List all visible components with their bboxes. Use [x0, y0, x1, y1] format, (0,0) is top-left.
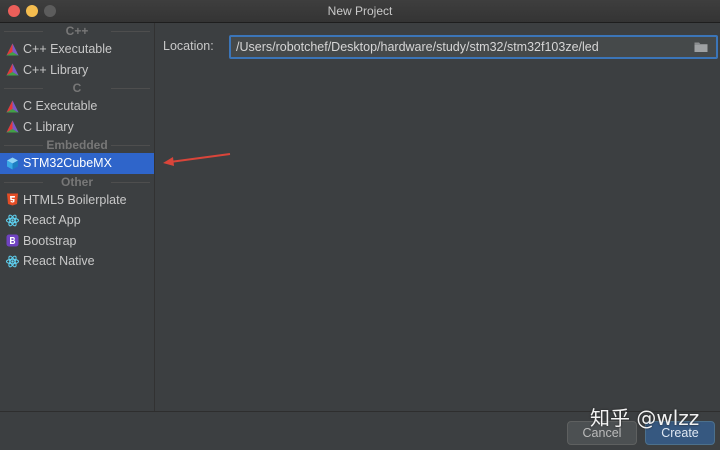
sidebar-item-bootstrap[interactable]: Bootstrap: [0, 231, 154, 252]
new-project-window: New Project C++ C++ Executable C++ Libra…: [0, 0, 720, 450]
sidebar-item-label: React App: [23, 213, 81, 227]
cmake-triangle-icon: [6, 120, 19, 133]
group-header-cpp: C++: [0, 23, 154, 39]
sidebar-item-label: C++ Executable: [23, 42, 112, 56]
annotation-arrow: [163, 153, 231, 166]
project-type-list: C++ C++ Executable C++ Library C C Execu…: [0, 23, 155, 412]
bootstrap-icon: [6, 234, 19, 247]
sidebar-item-label: STM32CubeMX: [23, 156, 112, 170]
location-label: Location:: [163, 39, 214, 53]
sidebar-item-label: React Native: [23, 254, 95, 268]
sidebar-item-stm32cubemx[interactable]: STM32CubeMX: [0, 153, 154, 174]
sidebar-item-label: C++ Library: [23, 62, 89, 77]
cmake-triangle-icon: [6, 63, 19, 76]
cube-icon: [6, 157, 19, 170]
cmake-triangle-icon: [6, 100, 19, 113]
html5-icon: [6, 193, 19, 206]
cmake-triangle-icon: [6, 43, 19, 56]
location-value: /Users/robotchef/Desktop/hardware/study/…: [236, 40, 599, 54]
group-header-embedded: Embedded: [0, 137, 154, 153]
location-input[interactable]: /Users/robotchef/Desktop/hardware/study/…: [229, 35, 718, 59]
sidebar-item-cpp-executable[interactable]: C++ Executable: [0, 39, 154, 60]
sidebar-item-label: C Library: [23, 119, 74, 134]
watermark-text: 知乎 @wlzz: [590, 406, 700, 430]
sidebar-item-react-native[interactable]: React Native: [0, 251, 154, 272]
react-icon: [6, 255, 19, 268]
sidebar-item-cpp-library[interactable]: C++ Library: [0, 60, 154, 81]
group-header-c: C: [0, 80, 154, 96]
window-title: New Project: [327, 4, 393, 18]
folder-icon[interactable]: [694, 41, 708, 53]
project-settings-panel: Location: /Users/robotchef/Desktop/hardw…: [155, 23, 720, 412]
react-icon: [6, 214, 19, 227]
sidebar-item-react-app[interactable]: React App: [0, 210, 154, 231]
sidebar-item-c-executable[interactable]: C Executable: [0, 96, 154, 117]
sidebar-item-label: Bootstrap: [23, 233, 77, 248]
sidebar-item-label: HTML5 Boilerplate: [23, 192, 127, 207]
group-header-other: Other: [0, 174, 154, 190]
sidebar-item-html5-boilerplate[interactable]: HTML5 Boilerplate: [0, 190, 154, 211]
sidebar-item-label: C Executable: [23, 99, 98, 113]
sidebar-item-c-library[interactable]: C Library: [0, 117, 154, 138]
title-bar: New Project: [0, 0, 720, 23]
